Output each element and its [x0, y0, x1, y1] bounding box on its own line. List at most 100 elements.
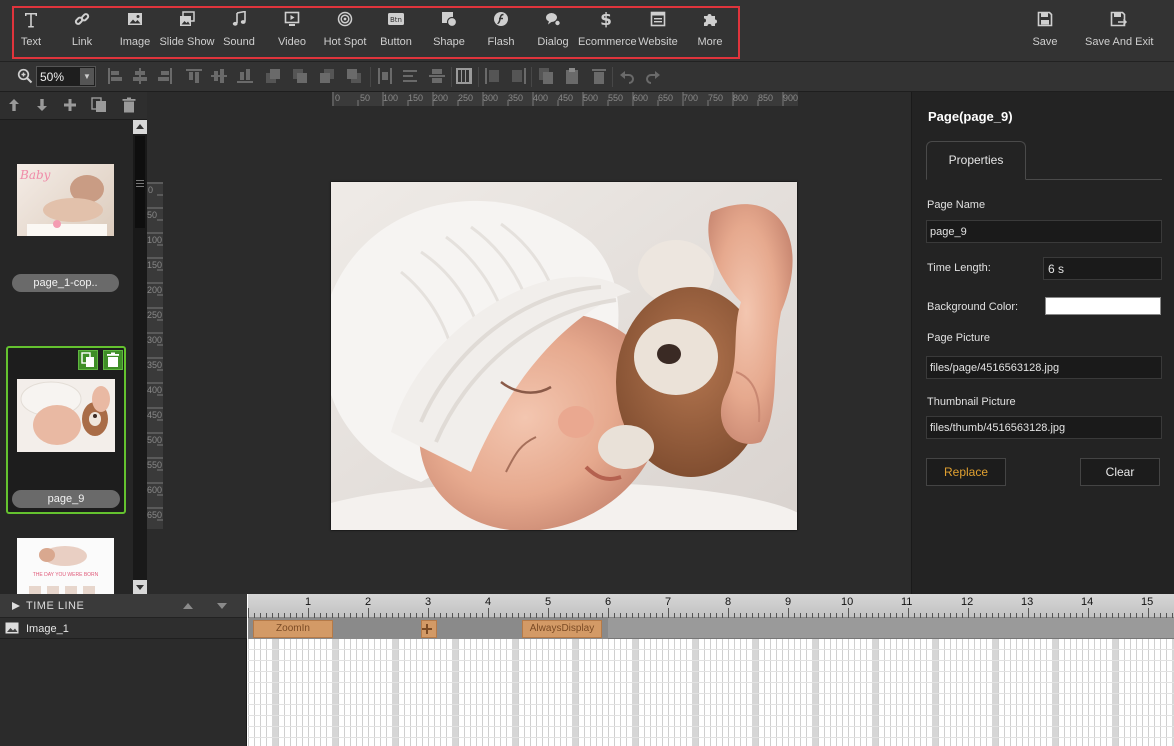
tab-properties[interactable]: Properties	[926, 141, 1026, 180]
flash-icon	[494, 12, 508, 26]
copy-icon[interactable]	[537, 67, 555, 85]
page-card-selected[interactable]: page_9	[6, 346, 126, 514]
bring-forward-icon[interactable]	[291, 67, 309, 85]
duplicate-page-button[interactable]	[78, 350, 98, 370]
time-length-field[interactable]: 6 s	[1043, 257, 1162, 280]
insert-ecommerce-label: Ecommerce	[578, 36, 637, 48]
baby-photo[interactable]	[331, 182, 797, 530]
page-picture-field[interactable]: files/page/4516563128.jpg	[926, 356, 1162, 379]
delete-icon[interactable]	[590, 67, 608, 85]
distribute-vertical-icon[interactable]	[401, 67, 419, 85]
timeline-grid-column	[632, 639, 638, 746]
timeline-grid-column	[518, 639, 519, 746]
snap-right-icon[interactable]	[509, 67, 527, 85]
page-thumbnail-3[interactable]: THE DAY YOU WERE BORN	[17, 538, 114, 594]
insert-video-button[interactable]: Video	[264, 8, 320, 54]
scrollbar-thumb[interactable]	[135, 136, 145, 228]
insert-ecommerce-button[interactable]: $ Ecommerce	[578, 8, 637, 54]
timeline-grid-column	[854, 639, 855, 746]
insert-more-button[interactable]: More	[682, 8, 738, 54]
timeline-grid-column	[278, 639, 279, 746]
insert-sound-button[interactable]: Sound	[211, 8, 267, 54]
bring-to-front-icon[interactable]	[264, 67, 282, 85]
duplicate-page-icon[interactable]	[91, 97, 107, 113]
align-bottom-icon[interactable]	[236, 67, 254, 85]
insert-flash-label: Flash	[487, 36, 515, 48]
timeline-grid-column	[1058, 639, 1059, 746]
align-middle-icon[interactable]	[210, 67, 228, 85]
timeline-grid-column	[938, 639, 939, 746]
timeline-ruler[interactable]: 1 2 3 4 5 6 7 8 9 10 11 12 13 14 15	[248, 594, 1174, 618]
timeline-grid-column	[968, 639, 969, 746]
effect-in-block[interactable]: ZoomIn	[253, 620, 333, 638]
insert-flash-button[interactable]: Flash	[473, 8, 529, 54]
timeline-grid-column	[362, 639, 363, 746]
scroll-up-icon[interactable]	[133, 120, 147, 134]
add-page-icon[interactable]	[62, 97, 78, 113]
insert-shape-button[interactable]: Shape	[421, 8, 477, 54]
save-exit-icon	[1110, 11, 1128, 27]
page-name-pill-9[interactable]: page_9	[12, 490, 120, 508]
timeline-grid-column	[902, 639, 903, 746]
insert-hotspot-button[interactable]: Hot Spot	[317, 8, 373, 54]
thumbnail-picture-field[interactable]: files/thumb/4516563128.jpg	[926, 416, 1162, 439]
layer-down-icon[interactable]	[216, 602, 228, 610]
timeline-grid-column	[1028, 639, 1029, 746]
timeline-layer-row[interactable]: Image_1	[0, 618, 247, 639]
timeline-grid[interactable]	[248, 639, 1174, 746]
move-down-icon[interactable]	[34, 97, 50, 113]
page-stage[interactable]	[331, 182, 797, 530]
timeline-grid-column	[680, 639, 681, 746]
timeline-grid-column	[830, 639, 831, 746]
grid-icon[interactable]	[455, 67, 473, 85]
snap-left-icon[interactable]	[484, 67, 502, 85]
insert-link-label: Link	[71, 36, 93, 48]
align-left-icon[interactable]	[106, 67, 124, 85]
timeline-grid-column	[656, 639, 657, 746]
clear-button[interactable]: Clear	[1080, 458, 1160, 486]
add-effect-button[interactable]	[421, 620, 437, 638]
align-top-icon[interactable]	[185, 67, 203, 85]
send-to-back-icon[interactable]	[345, 67, 363, 85]
timeline-grid-column	[560, 639, 561, 746]
replace-button[interactable]: Replace	[926, 458, 1006, 486]
save-and-exit-button[interactable]: Save And Exit	[1085, 8, 1154, 54]
delete-page-icon[interactable]	[121, 97, 137, 113]
timeline-grid-column	[998, 639, 999, 746]
insert-button-button[interactable]: Btn Button	[368, 8, 424, 54]
timeline-grid-column	[1064, 639, 1065, 746]
undo-icon[interactable]	[618, 67, 636, 85]
play-icon[interactable]	[11, 601, 21, 611]
background-color-swatch[interactable]	[1045, 297, 1161, 315]
timeline-grid-column	[962, 639, 963, 746]
insert-link-button[interactable]: Link	[54, 8, 110, 54]
send-backward-icon[interactable]	[318, 67, 336, 85]
layer-up-icon[interactable]	[182, 602, 194, 610]
move-up-icon[interactable]	[6, 97, 22, 113]
chevron-down-icon[interactable]: ▼	[80, 68, 94, 85]
save-button[interactable]: Save	[1017, 8, 1073, 54]
insert-website-button[interactable]: Website	[630, 8, 686, 54]
page-thumbnail-1[interactable]: Baby	[17, 164, 114, 236]
page-name-pill-1[interactable]: page_1-cop..	[12, 274, 119, 292]
align-right-icon[interactable]	[156, 67, 174, 85]
insert-image-button[interactable]: Image	[107, 8, 163, 54]
redo-icon[interactable]	[644, 67, 662, 85]
insert-slideshow-button[interactable]: Slide Show	[159, 8, 215, 54]
page-name-field[interactable]: page_9	[926, 220, 1162, 243]
delete-page-button[interactable]	[103, 350, 123, 370]
zoom-select[interactable]: 50% ▼	[36, 66, 96, 87]
timeline-grid-column	[1094, 639, 1095, 746]
scroll-down-icon[interactable]	[133, 580, 147, 594]
paste-icon[interactable]	[563, 67, 581, 85]
page-picture-label: Page Picture	[927, 332, 990, 344]
timeline-grid-column	[416, 639, 417, 746]
timeline-track[interactable]: ZoomIn AlwaysDisplay	[248, 618, 1174, 639]
same-size-icon[interactable]	[428, 67, 446, 85]
insert-text-button[interactable]: Text	[3, 8, 59, 54]
distribute-horizontal-icon[interactable]	[376, 67, 394, 85]
align-center-icon[interactable]	[131, 67, 149, 85]
ruler-label: 550	[608, 93, 624, 103]
effect-display-block[interactable]: AlwaysDisplay	[522, 620, 602, 638]
insert-dialog-button[interactable]: Dialog	[525, 8, 581, 54]
